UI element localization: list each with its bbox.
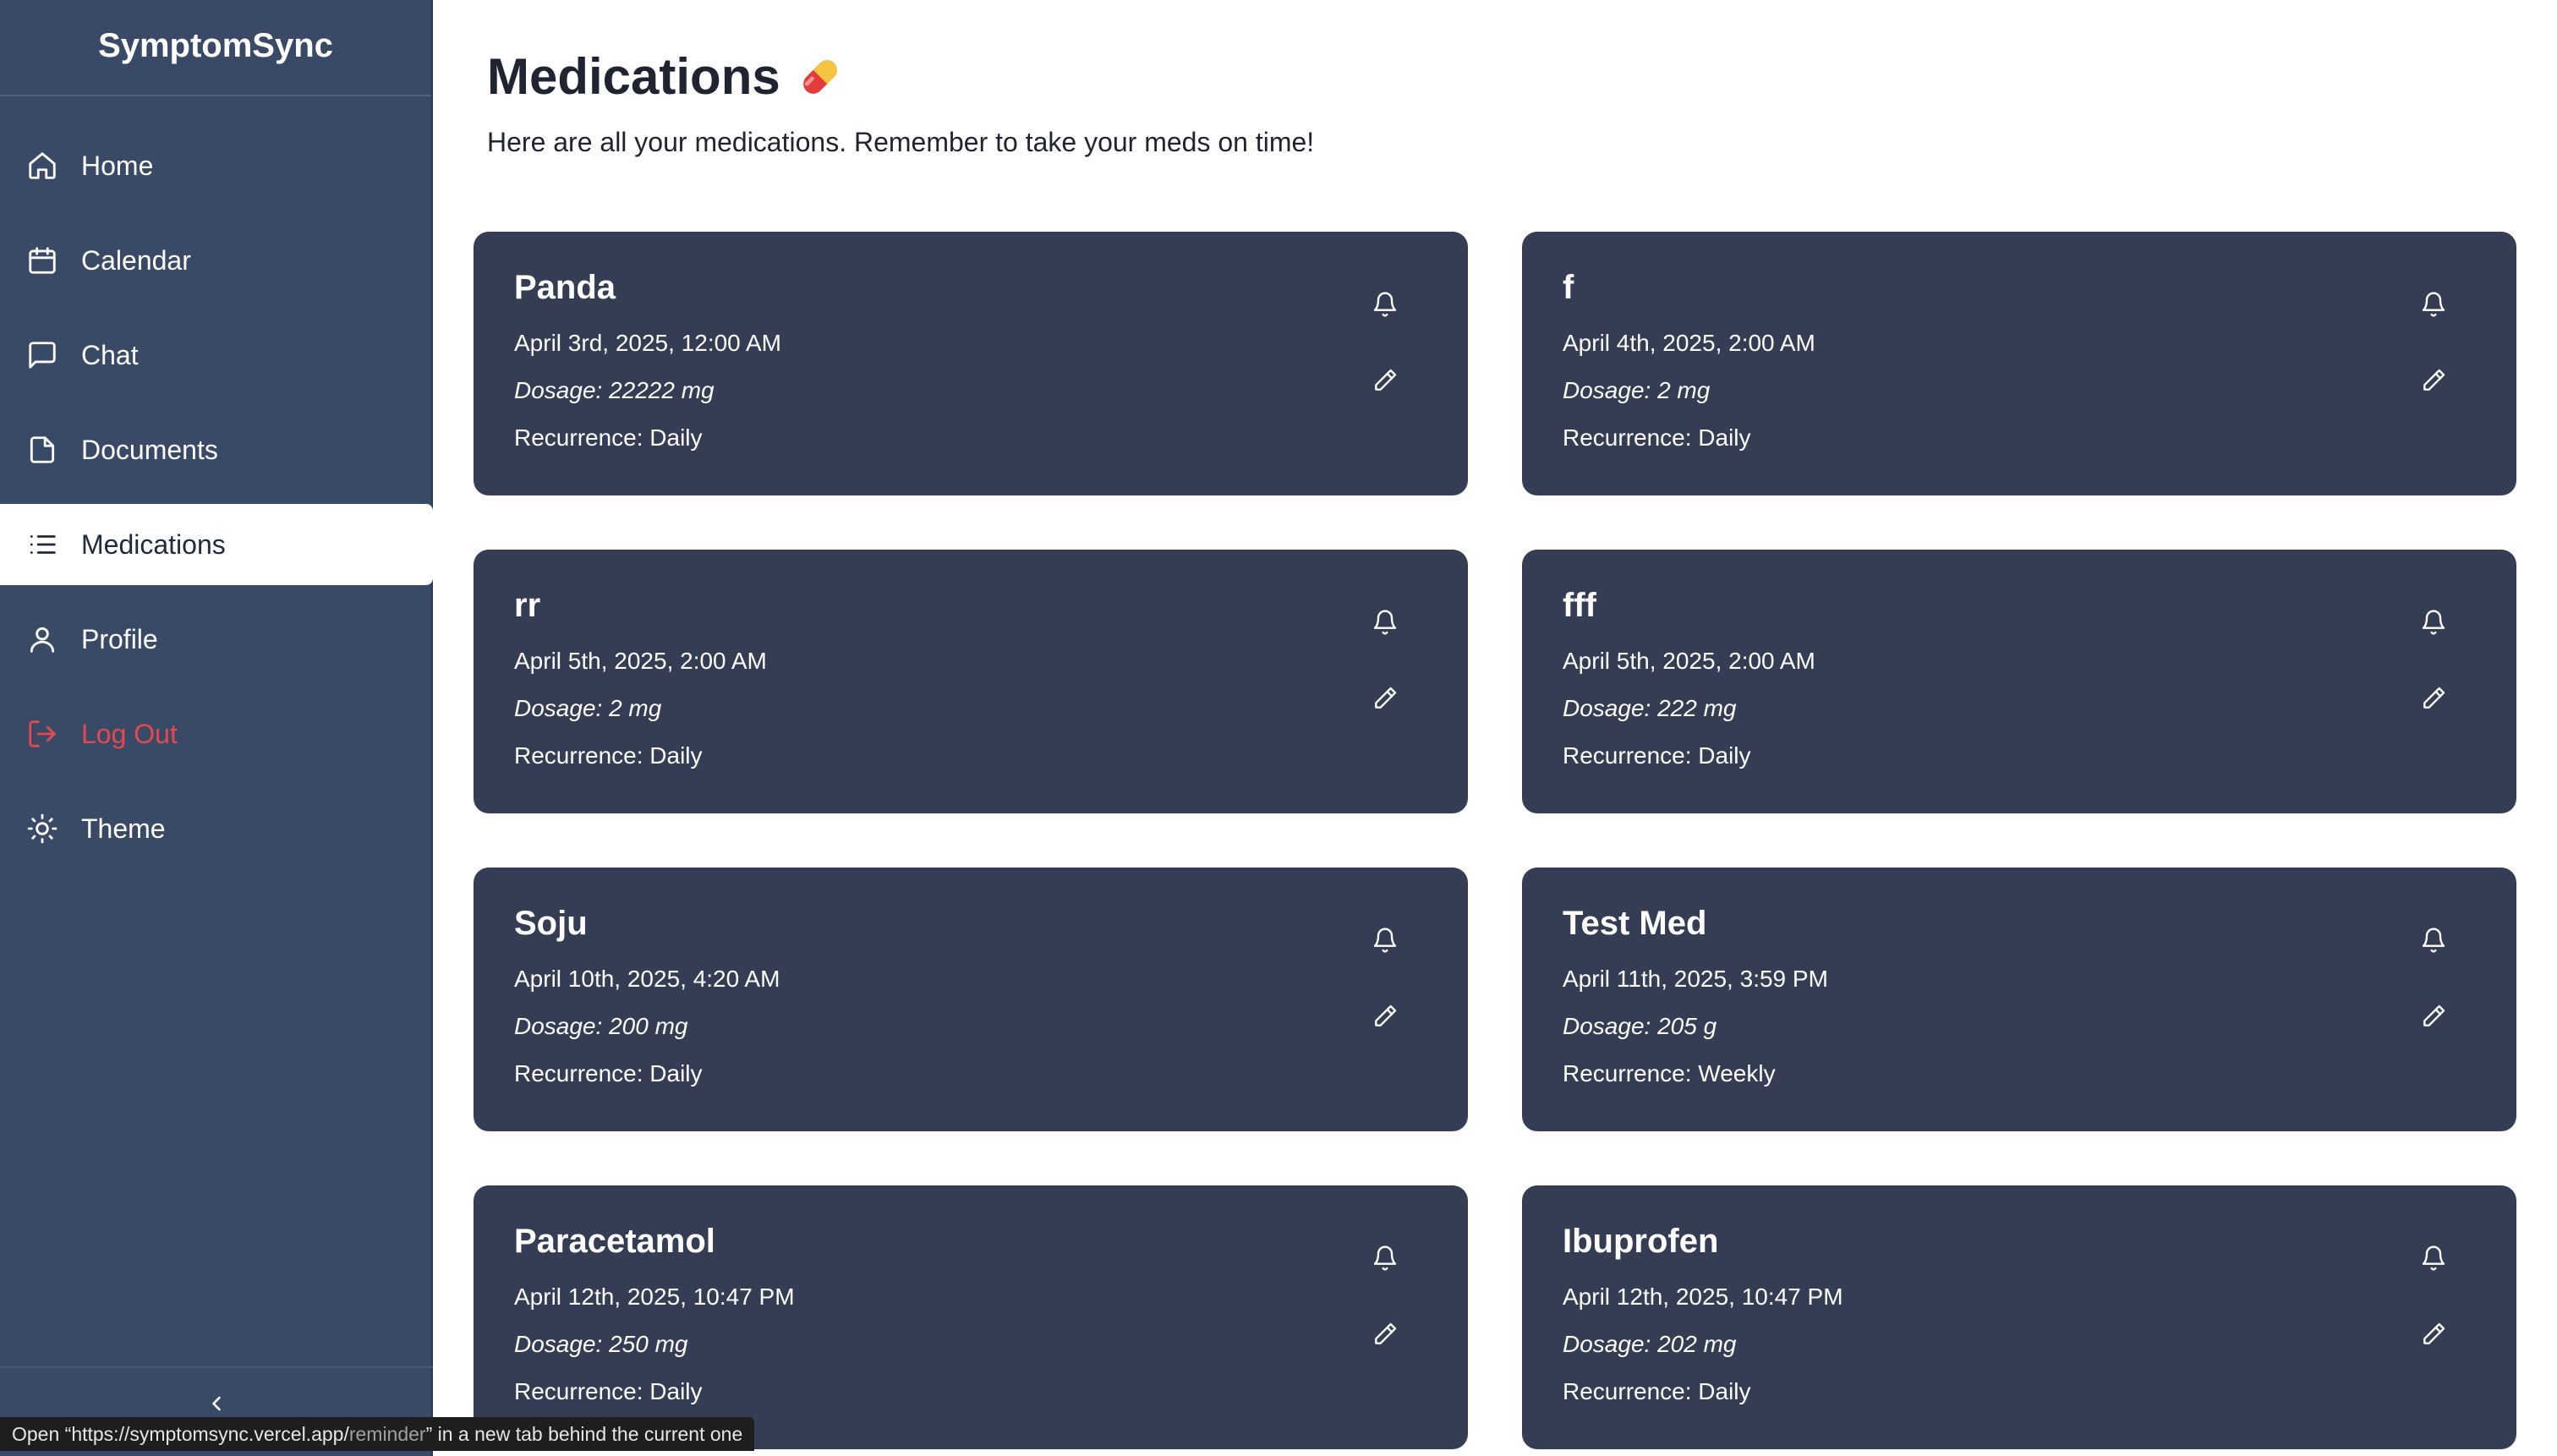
logout-icon: [25, 717, 59, 751]
medication-card[interactable]: Panda April 3rd, 2025, 12:00 AM Dosage: …: [474, 232, 1468, 495]
chevron-left-icon[interactable]: [200, 1387, 233, 1420]
medication-recurrence: Recurrence: Weekly: [1563, 1060, 1776, 1087]
bell-icon[interactable]: [1368, 923, 1402, 957]
medication-name: Panda: [514, 269, 616, 306]
medication-card[interactable]: Paracetamol April 12th, 2025, 10:47 PM D…: [474, 1185, 1468, 1449]
sidebar-item-logout[interactable]: Log Out: [0, 693, 433, 775]
status-text-suffix: ” in a new tab behind the current one: [425, 1423, 743, 1445]
medication-dosage: Dosage: 200 mg: [514, 1013, 688, 1039]
medication-name: Ibuprofen: [1563, 1223, 1719, 1260]
medication-recurrence: Recurrence: Daily: [514, 1378, 703, 1404]
pencil-icon[interactable]: [2417, 1317, 2450, 1351]
list-icon: [25, 528, 59, 561]
sidebar-item-label: Medications: [81, 528, 226, 560]
sidebar-item-documents[interactable]: Documents: [0, 409, 433, 490]
medication-dosage: Dosage: 2 mg: [514, 695, 662, 721]
medication-recurrence: Recurrence: Daily: [1563, 424, 1751, 451]
medication-name: Soju: [514, 905, 588, 942]
sidebar: SymptomSync Home Calendar Chat Documents…: [0, 0, 433, 1456]
medication-card[interactable]: f April 4th, 2025, 2:00 AM Dosage: 2 mg …: [1522, 232, 2516, 495]
medication-card[interactable]: fff April 5th, 2025, 2:00 AM Dosage: 222…: [1522, 550, 2516, 813]
bell-icon[interactable]: [2417, 923, 2450, 957]
status-text-prefix: Open “https://symptomsync.vercel.app/: [12, 1423, 349, 1445]
pencil-icon[interactable]: [1368, 364, 1402, 397]
medication-recurrence: Recurrence: Daily: [514, 1060, 703, 1087]
document-icon: [25, 433, 59, 467]
bell-icon[interactable]: [2417, 287, 2450, 321]
status-text-path: reminder: [348, 1423, 426, 1445]
sidebar-item-label: Theme: [81, 813, 166, 844]
user-icon: [25, 622, 59, 656]
page-title: Medications: [487, 47, 846, 106]
sidebar-item-label: Chat: [81, 339, 139, 370]
sun-icon: [25, 812, 59, 846]
sidebar-item-label: Calendar: [81, 244, 191, 276]
pencil-icon[interactable]: [1368, 681, 1402, 715]
bell-icon[interactable]: [2417, 605, 2450, 639]
bell-icon[interactable]: [1368, 605, 1402, 639]
bell-icon[interactable]: [1368, 287, 1402, 321]
medication-dosage: Dosage: 22222 mg: [514, 377, 715, 403]
medication-date: April 3rd, 2025, 12:00 AM: [514, 330, 781, 356]
medication-recurrence: Recurrence: Daily: [514, 742, 703, 769]
app-title: SymptomSync: [0, 0, 431, 96]
medication-recurrence: Recurrence: Daily: [1563, 742, 1751, 769]
sidebar-item-chat[interactable]: Chat: [0, 315, 433, 396]
sidebar-item-calendar[interactable]: Calendar: [0, 220, 433, 301]
pencil-icon[interactable]: [2417, 364, 2450, 397]
medication-dosage: Dosage: 250 mg: [514, 1331, 688, 1357]
medication-recurrence: Recurrence: Daily: [514, 424, 703, 451]
pencil-icon[interactable]: [2417, 681, 2450, 715]
medication-dosage: Dosage: 202 mg: [1563, 1331, 1737, 1357]
sidebar-item-label: Home: [81, 150, 154, 181]
medication-recurrence: Recurrence: Daily: [1563, 1378, 1751, 1404]
medication-date: April 5th, 2025, 2:00 AM: [514, 648, 767, 674]
sidebar-item-profile[interactable]: Profile: [0, 599, 433, 680]
medication-card[interactable]: Soju April 10th, 2025, 4:20 AM Dosage: 2…: [474, 868, 1468, 1131]
medication-dosage: Dosage: 2 mg: [1563, 377, 1711, 403]
pencil-icon[interactable]: [1368, 999, 1402, 1033]
medication-date: April 4th, 2025, 2:00 AM: [1563, 330, 1815, 356]
pencil-icon[interactable]: [2417, 999, 2450, 1033]
page-subtitle: Here are all your medications. Remember …: [487, 127, 1315, 157]
medication-name: fff: [1563, 587, 1596, 624]
pencil-icon[interactable]: [1368, 1317, 1402, 1351]
sidebar-item-theme[interactable]: Theme: [0, 788, 433, 869]
sidebar-footer-divider: [0, 1366, 433, 1368]
medication-date: April 10th, 2025, 4:20 AM: [514, 966, 780, 992]
medication-card[interactable]: Ibuprofen April 12th, 2025, 10:47 PM Dos…: [1522, 1185, 2516, 1449]
medication-date: April 11th, 2025, 3:59 PM: [1563, 966, 1828, 992]
medication-card[interactable]: Test Med April 11th, 2025, 3:59 PM Dosag…: [1522, 868, 2516, 1131]
sidebar-item-label: Log Out: [81, 718, 178, 749]
sidebar-item-label: Documents: [81, 434, 218, 465]
medication-dosage: Dosage: 222 mg: [1563, 695, 1737, 721]
medication-dosage: Dosage: 205 g: [1563, 1013, 1717, 1039]
sidebar-item-label: Profile: [81, 623, 158, 654]
medication-card[interactable]: rr April 5th, 2025, 2:00 AM Dosage: 2 mg…: [474, 550, 1468, 813]
medication-name: rr: [514, 587, 541, 624]
calendar-icon: [25, 244, 59, 277]
pill-icon: [802, 59, 837, 94]
medication-date: April 12th, 2025, 10:47 PM: [514, 1284, 795, 1310]
chat-icon: [25, 338, 59, 372]
medication-name: f: [1563, 269, 1574, 306]
bell-icon[interactable]: [2417, 1241, 2450, 1275]
medication-name: Test Med: [1563, 905, 1707, 942]
link-status-bar: Open “https://symptomsync.vercel.app/rem…: [0, 1417, 755, 1451]
home-icon: [25, 149, 59, 183]
medication-name: Paracetamol: [514, 1223, 715, 1260]
medication-date: April 5th, 2025, 2:00 AM: [1563, 648, 1815, 674]
sidebar-item-home[interactable]: Home: [0, 125, 433, 206]
bell-icon[interactable]: [1368, 1241, 1402, 1275]
main-content: Medications Here are all your medication…: [433, 0, 2557, 1456]
sidebar-item-medications[interactable]: Medications: [0, 504, 433, 585]
page-title-text: Medications: [487, 48, 780, 105]
medication-date: April 12th, 2025, 10:47 PM: [1563, 1284, 1843, 1310]
